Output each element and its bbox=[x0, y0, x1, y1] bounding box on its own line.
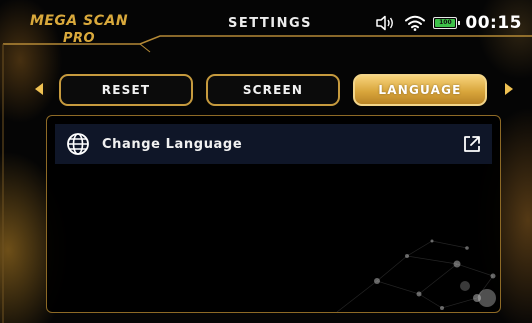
change-language-label: Change Language bbox=[102, 136, 243, 152]
triangle-left-icon[interactable] bbox=[34, 82, 44, 96]
logo-line1: MEGA SCAN bbox=[29, 13, 129, 29]
logo-line2: PRO bbox=[62, 31, 96, 46]
wifi-icon bbox=[405, 15, 426, 31]
battery-icon: 100 bbox=[433, 17, 461, 29]
clock-time: 00:15 bbox=[465, 13, 522, 33]
status-bar: 100 00:15 bbox=[375, 12, 522, 34]
speaker-icon bbox=[376, 15, 394, 31]
tab-reset[interactable]: RESET bbox=[59, 74, 193, 106]
globe-icon bbox=[67, 133, 89, 155]
app-logo: MEGA SCAN PRO bbox=[24, 13, 134, 47]
tab-screen[interactable]: SCREEN bbox=[206, 74, 340, 106]
tab-language-label: LANGUAGE bbox=[378, 83, 462, 97]
external-link-icon[interactable] bbox=[462, 134, 482, 154]
tab-screen-label: SCREEN bbox=[242, 83, 304, 97]
triangle-right-icon[interactable] bbox=[504, 82, 514, 96]
change-language-row[interactable]: Change Language bbox=[55, 124, 492, 164]
settings-panel: Change Language bbox=[46, 115, 501, 313]
battery-label: 100 bbox=[439, 19, 452, 26]
battery-fill: 100 bbox=[435, 19, 456, 27]
page-title: SETTINGS bbox=[227, 16, 313, 31]
tab-language[interactable]: LANGUAGE bbox=[353, 74, 487, 106]
tab-reset-label: RESET bbox=[101, 83, 151, 97]
